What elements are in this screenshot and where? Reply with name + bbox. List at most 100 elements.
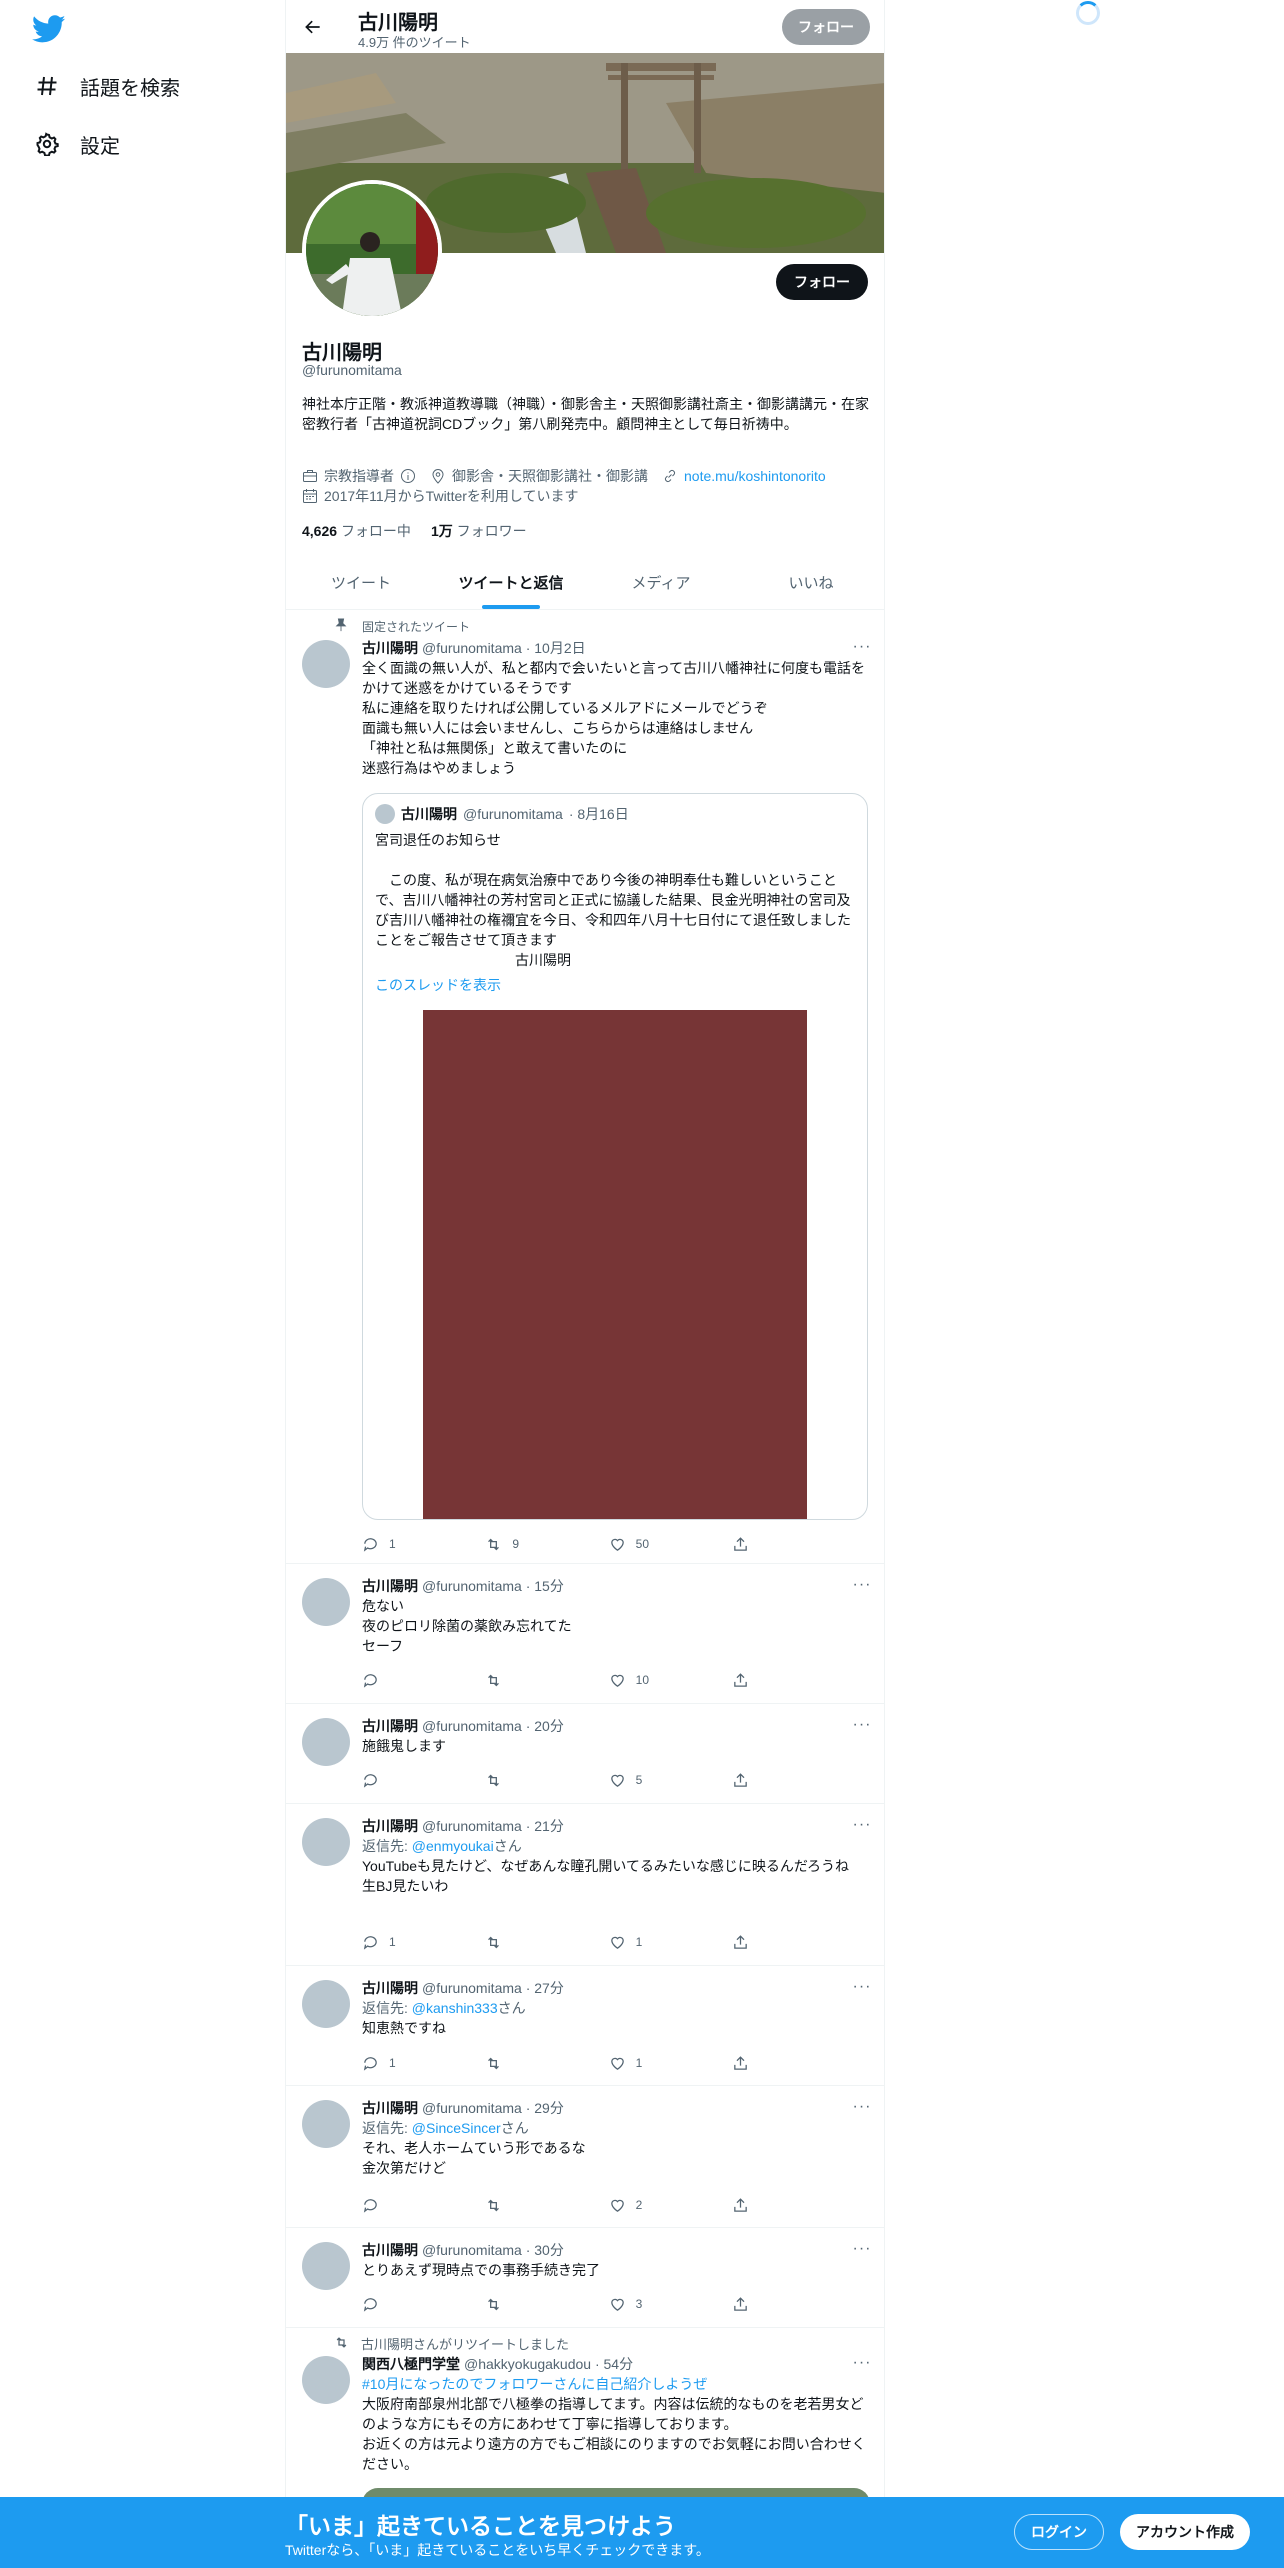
share-button[interactable] (732, 1932, 792, 1952)
tab-tweets-and-replies[interactable]: ツイートと返信 (436, 557, 586, 609)
avatar[interactable] (302, 2356, 350, 2404)
tab-tweets[interactable]: ツイート (286, 557, 436, 609)
author-handle[interactable]: @hakkyokugakudou (464, 2356, 591, 2372)
quoted-tweet[interactable]: 古川陽明 @furunomitama · 8月16日 宮司退任のお知らせ この度… (362, 793, 868, 1520)
header-follow-button[interactable]: フォロー (782, 9, 870, 45)
like-button[interactable]: 1 (609, 2053, 669, 2073)
profile-website-link[interactable]: note.mu/koshintonorito (684, 466, 826, 486)
share-button[interactable] (732, 1534, 792, 1554)
hashtag-link[interactable]: #10月になったのでフォロワーさんに自己紹介しようぜ (362, 2374, 870, 2394)
like-button[interactable]: 50 (609, 1534, 669, 1554)
like-button[interactable]: 10 (609, 1670, 669, 1690)
tweet-time[interactable]: · 21分 (526, 1818, 564, 1834)
share-button[interactable] (732, 1770, 792, 1790)
tweet[interactable]: 古川陽明 @furunomitama · 20分 施餓鬼します ··· 5 (286, 1704, 884, 1804)
pinned-tweet[interactable]: 固定されたツイート 古川陽明 @furunomitama · 10月2日 全く面識… (286, 610, 884, 1564)
avatar[interactable] (302, 1718, 350, 1766)
tab-media[interactable]: メディア (586, 557, 736, 609)
tweet-time[interactable]: · 54分 (595, 2356, 633, 2372)
author-name[interactable]: 関西八極門学堂 (362, 2356, 460, 2372)
reply-mention-link[interactable]: @kanshin333 (412, 2000, 498, 2016)
like-button[interactable]: 2 (609, 2195, 669, 2215)
tab-likes[interactable]: いいね (736, 557, 884, 609)
login-button[interactable]: ログイン (1014, 2514, 1104, 2550)
more-options-icon[interactable]: ··· (852, 2099, 872, 2120)
reply-mention-link[interactable]: @enmyoukai (412, 1838, 494, 1854)
tweet-time[interactable]: · 20分 (526, 1718, 564, 1734)
reply-button[interactable]: 1 (362, 1534, 422, 1554)
followers-link[interactable]: 1万 フォロワー (431, 521, 527, 541)
author-handle[interactable]: @furunomitama (422, 640, 522, 656)
more-options-icon[interactable]: ··· (852, 1817, 872, 1838)
like-button[interactable]: 3 (609, 2294, 669, 2314)
back-arrow-icon[interactable] (296, 10, 330, 44)
share-button[interactable] (732, 2053, 792, 2073)
more-options-icon[interactable]: ··· (852, 2241, 872, 2262)
share-button[interactable] (732, 2294, 792, 2314)
tweet[interactable]: 古川陽明 @furunomitama · 30分 とりあえず現時点での事務手続き完… (286, 2228, 884, 2328)
author-name[interactable]: 古川陽明 (362, 640, 418, 656)
sidebar-item-settings[interactable]: 設定 (34, 122, 120, 166)
author-handle[interactable]: @furunomitama (422, 1980, 522, 1996)
tweet-time[interactable]: · 27分 (526, 1980, 564, 1996)
signup-button[interactable]: アカウント作成 (1120, 2514, 1250, 2550)
avatar[interactable] (302, 2242, 350, 2290)
twitter-bird-icon[interactable] (31, 12, 66, 46)
more-options-icon[interactable]: ··· (852, 639, 872, 660)
retweet-label[interactable]: 古川陽明さんがリツイートしました (361, 2334, 569, 2353)
author-name[interactable]: 古川陽明 (362, 1578, 418, 1594)
tweet[interactable]: 古川陽明 @furunomitama · 15分 危ない 夜のピロリ除菌の薬飲み忘… (286, 1564, 884, 1704)
avatar[interactable] (302, 2100, 350, 2148)
avatar[interactable] (302, 640, 350, 688)
author-name[interactable]: 古川陽明 (362, 2100, 418, 2116)
retweet-button[interactable] (485, 1932, 545, 1952)
reply-mention-link[interactable]: @SinceSincer (412, 2120, 501, 2136)
reply-button[interactable] (362, 2195, 422, 2215)
tweet-time[interactable]: · 10月2日 (526, 640, 586, 656)
reply-button[interactable]: 1 (362, 2053, 422, 2073)
tweet-time[interactable]: · 30分 (526, 2242, 564, 2258)
author-name[interactable]: 古川陽明 (362, 1980, 418, 1996)
more-options-icon[interactable]: ··· (852, 1979, 872, 2000)
author-handle[interactable]: @furunomitama (422, 2100, 522, 2116)
author-handle[interactable]: @furunomitama (422, 1578, 522, 1594)
sidebar-item-explore[interactable]: 話題を検索 (34, 64, 180, 108)
reply-button[interactable]: 1 (362, 1932, 422, 1952)
author-name[interactable]: 古川陽明 (362, 2242, 418, 2258)
avatar[interactable] (302, 1578, 350, 1626)
like-button[interactable]: 1 (609, 1932, 669, 1952)
retweet-button[interactable] (485, 1770, 545, 1790)
retweet-button[interactable] (485, 1670, 545, 1690)
info-icon[interactable] (400, 468, 416, 484)
retweet-button[interactable] (485, 2053, 545, 2073)
avatar[interactable] (302, 1980, 350, 2028)
profile-follow-button[interactable]: フォロー (776, 264, 868, 300)
more-options-icon[interactable]: ··· (852, 2355, 872, 2376)
more-options-icon[interactable]: ··· (852, 1717, 872, 1738)
avatar[interactable] (302, 1818, 350, 1866)
tweet[interactable]: 古川陽明 @furunomitama · 27分 返信先: @kanshin333… (286, 1966, 884, 2086)
retweet-button[interactable] (485, 2195, 545, 2215)
more-options-icon[interactable]: ··· (852, 1577, 872, 1598)
following-link[interactable]: 4,626 フォロー中 (302, 521, 411, 541)
tweet[interactable]: 古川陽明 @furunomitama · 29分 返信先: @SinceSince… (286, 2086, 884, 2228)
tweet[interactable]: 古川陽明 @furunomitama · 21分 返信先: @enmyoukaiさ… (286, 1804, 884, 1966)
author-name[interactable]: 古川陽明 (362, 1818, 418, 1834)
author-name[interactable]: 古川陽明 (362, 1718, 418, 1734)
reply-button[interactable] (362, 2294, 422, 2314)
tweet-time[interactable]: · 15分 (526, 1578, 564, 1594)
reply-button[interactable] (362, 1670, 422, 1690)
share-button[interactable] (732, 1670, 792, 1690)
share-button[interactable] (732, 2195, 792, 2215)
retweet-button[interactable] (485, 2294, 545, 2314)
author-handle[interactable]: @furunomitama (422, 1818, 522, 1834)
profile-avatar[interactable] (302, 180, 442, 320)
quoted-tweet-image[interactable] (423, 1010, 807, 1519)
reply-button[interactable] (362, 1770, 422, 1790)
author-handle[interactable]: @furunomitama (422, 1718, 522, 1734)
author-handle[interactable]: @furunomitama (422, 2242, 522, 2258)
show-thread-link[interactable]: このスレッドを表示 (375, 975, 501, 995)
like-button[interactable]: 5 (609, 1770, 669, 1790)
tweet-time[interactable]: · 29分 (526, 2100, 564, 2116)
retweet-button[interactable]: 9 (485, 1534, 545, 1554)
